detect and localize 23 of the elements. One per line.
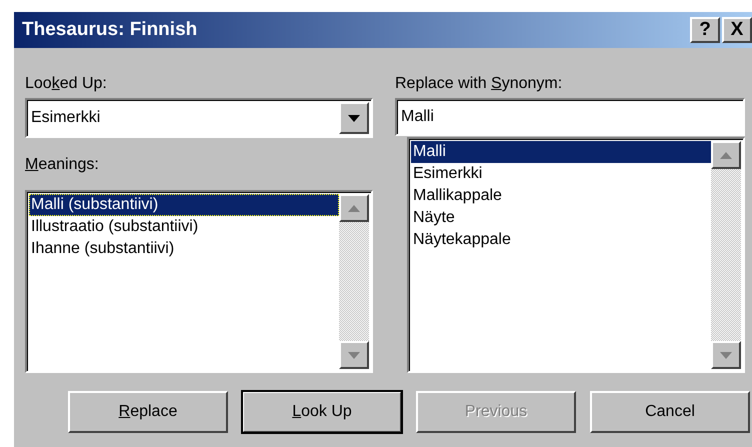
- title-bar-button[interactable]: ?: [690, 17, 720, 43]
- scroll-up-icon[interactable]: [711, 141, 741, 169]
- dialog-button[interactable]: Replace: [68, 391, 228, 433]
- dialog-button[interactable]: Look Up: [242, 391, 402, 433]
- list-item[interactable]: Ihanne (substantiivi): [29, 238, 339, 260]
- dialog-button[interactable]: Cancel: [590, 391, 750, 433]
- synonym-field[interactable]: Malli: [395, 98, 745, 136]
- window-title: Thesaurus: Finnish: [22, 19, 198, 41]
- list-item[interactable]: Mallikappale: [411, 185, 711, 207]
- scroll-up-icon[interactable]: [339, 194, 369, 222]
- list-item[interactable]: Esimerkki: [411, 163, 711, 185]
- scroll-down-icon[interactable]: [711, 341, 741, 369]
- title-bar-button[interactable]: X: [722, 17, 752, 43]
- list-label: Meanings:: [25, 155, 100, 175]
- scroll-down-icon[interactable]: [339, 341, 369, 369]
- list-item[interactable]: Malli (substantiivi): [29, 194, 339, 216]
- list-item[interactable]: Näytekappale: [411, 229, 711, 251]
- list-item[interactable]: Malli: [411, 141, 711, 163]
- looked-up-dropdown[interactable]: Esimerkki: [25, 98, 373, 138]
- field-label: Replace with Synonym:: [395, 74, 564, 94]
- field-label: Looked Up:: [25, 74, 108, 94]
- list-item[interactable]: Näyte: [411, 207, 711, 229]
- list-item[interactable]: Illustraatio (substantiivi): [29, 216, 339, 238]
